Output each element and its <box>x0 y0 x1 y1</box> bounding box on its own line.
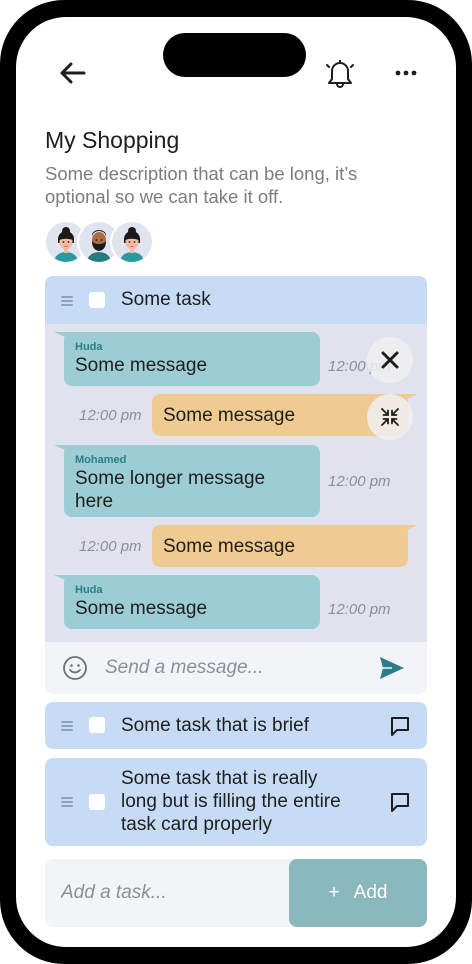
task-card-expanded[interactable]: Some task <box>45 276 427 324</box>
add-button-label: Add <box>353 882 388 903</box>
message-composer <box>45 642 427 694</box>
message-text: Some longer message here <box>75 468 266 512</box>
send-icon <box>380 657 404 679</box>
phone-frame: My Shopping Some description that can be… <box>0 0 472 964</box>
task-checkbox[interactable] <box>89 292 105 308</box>
page-title: My Shopping <box>45 127 180 153</box>
message-sender: Huda <box>75 341 103 353</box>
message-sender: Mohamed <box>75 454 127 466</box>
message-text: Some message <box>163 536 296 557</box>
message-time: 12:00 pm <box>328 473 391 490</box>
add-task-bar: + Add <box>45 859 427 927</box>
woman-avatar-icon <box>120 227 144 262</box>
message-input[interactable] <box>105 654 355 682</box>
message-bubble-outgoing: Some message <box>152 525 418 567</box>
back-button[interactable] <box>56 57 88 89</box>
task-card[interactable]: Some task that is really long but is fil… <box>45 758 427 846</box>
more-horizontal-icon <box>395 70 417 76</box>
task-card[interactable]: Some task that is brief <box>45 702 427 749</box>
message-bubble-incoming: Huda Some message <box>54 332 320 386</box>
collapse-chat-button[interactable] <box>367 394 413 440</box>
arrow-left-icon <box>60 62 86 84</box>
dynamic-island <box>163 33 306 77</box>
collapse-icon <box>381 408 399 426</box>
message-text: Some message <box>163 405 296 426</box>
add-task-button[interactable]: + Add <box>289 859 427 927</box>
add-task-input[interactable] <box>61 877 281 909</box>
task-label: Some task that is really long but is fil… <box>121 768 341 835</box>
message-text: Some message <box>75 598 208 619</box>
comment-icon[interactable] <box>389 715 411 737</box>
comment-icon[interactable] <box>389 791 411 813</box>
drag-handle-icon[interactable] <box>61 721 73 731</box>
drag-handle-icon[interactable] <box>61 296 73 306</box>
task-checkbox[interactable] <box>89 717 105 733</box>
message-sender: Huda <box>75 584 103 596</box>
message-bubble-incoming: Mohamed Some longer message here <box>54 445 320 517</box>
task-label: Some task that is brief <box>121 715 309 736</box>
plus-icon: + <box>328 882 340 903</box>
message-bubble-incoming: Huda Some message <box>54 575 320 629</box>
task-chat: Huda Some message 12:00 pm 12:00 pm Some… <box>45 324 427 642</box>
task-checkbox[interactable] <box>89 794 105 810</box>
notifications-button[interactable] <box>324 57 356 89</box>
more-button[interactable] <box>390 57 422 89</box>
message-time: 12:00 pm <box>79 538 142 555</box>
message-text: Some message <box>75 355 208 376</box>
bell-icon <box>326 60 354 88</box>
emoji-icon[interactable] <box>62 655 88 681</box>
message-time: 12:00 pm <box>79 407 142 424</box>
task-label: Some task <box>121 289 211 310</box>
avatar[interactable] <box>110 220 154 264</box>
send-button[interactable] <box>378 655 408 681</box>
close-chat-button[interactable] <box>367 337 413 383</box>
page-description: Some description that can be long, it’s … <box>45 163 358 207</box>
message-time: 12:00 pm <box>328 601 391 618</box>
drag-handle-icon[interactable] <box>61 797 73 807</box>
close-icon <box>381 351 399 369</box>
app-screen: My Shopping Some description that can be… <box>16 17 456 947</box>
